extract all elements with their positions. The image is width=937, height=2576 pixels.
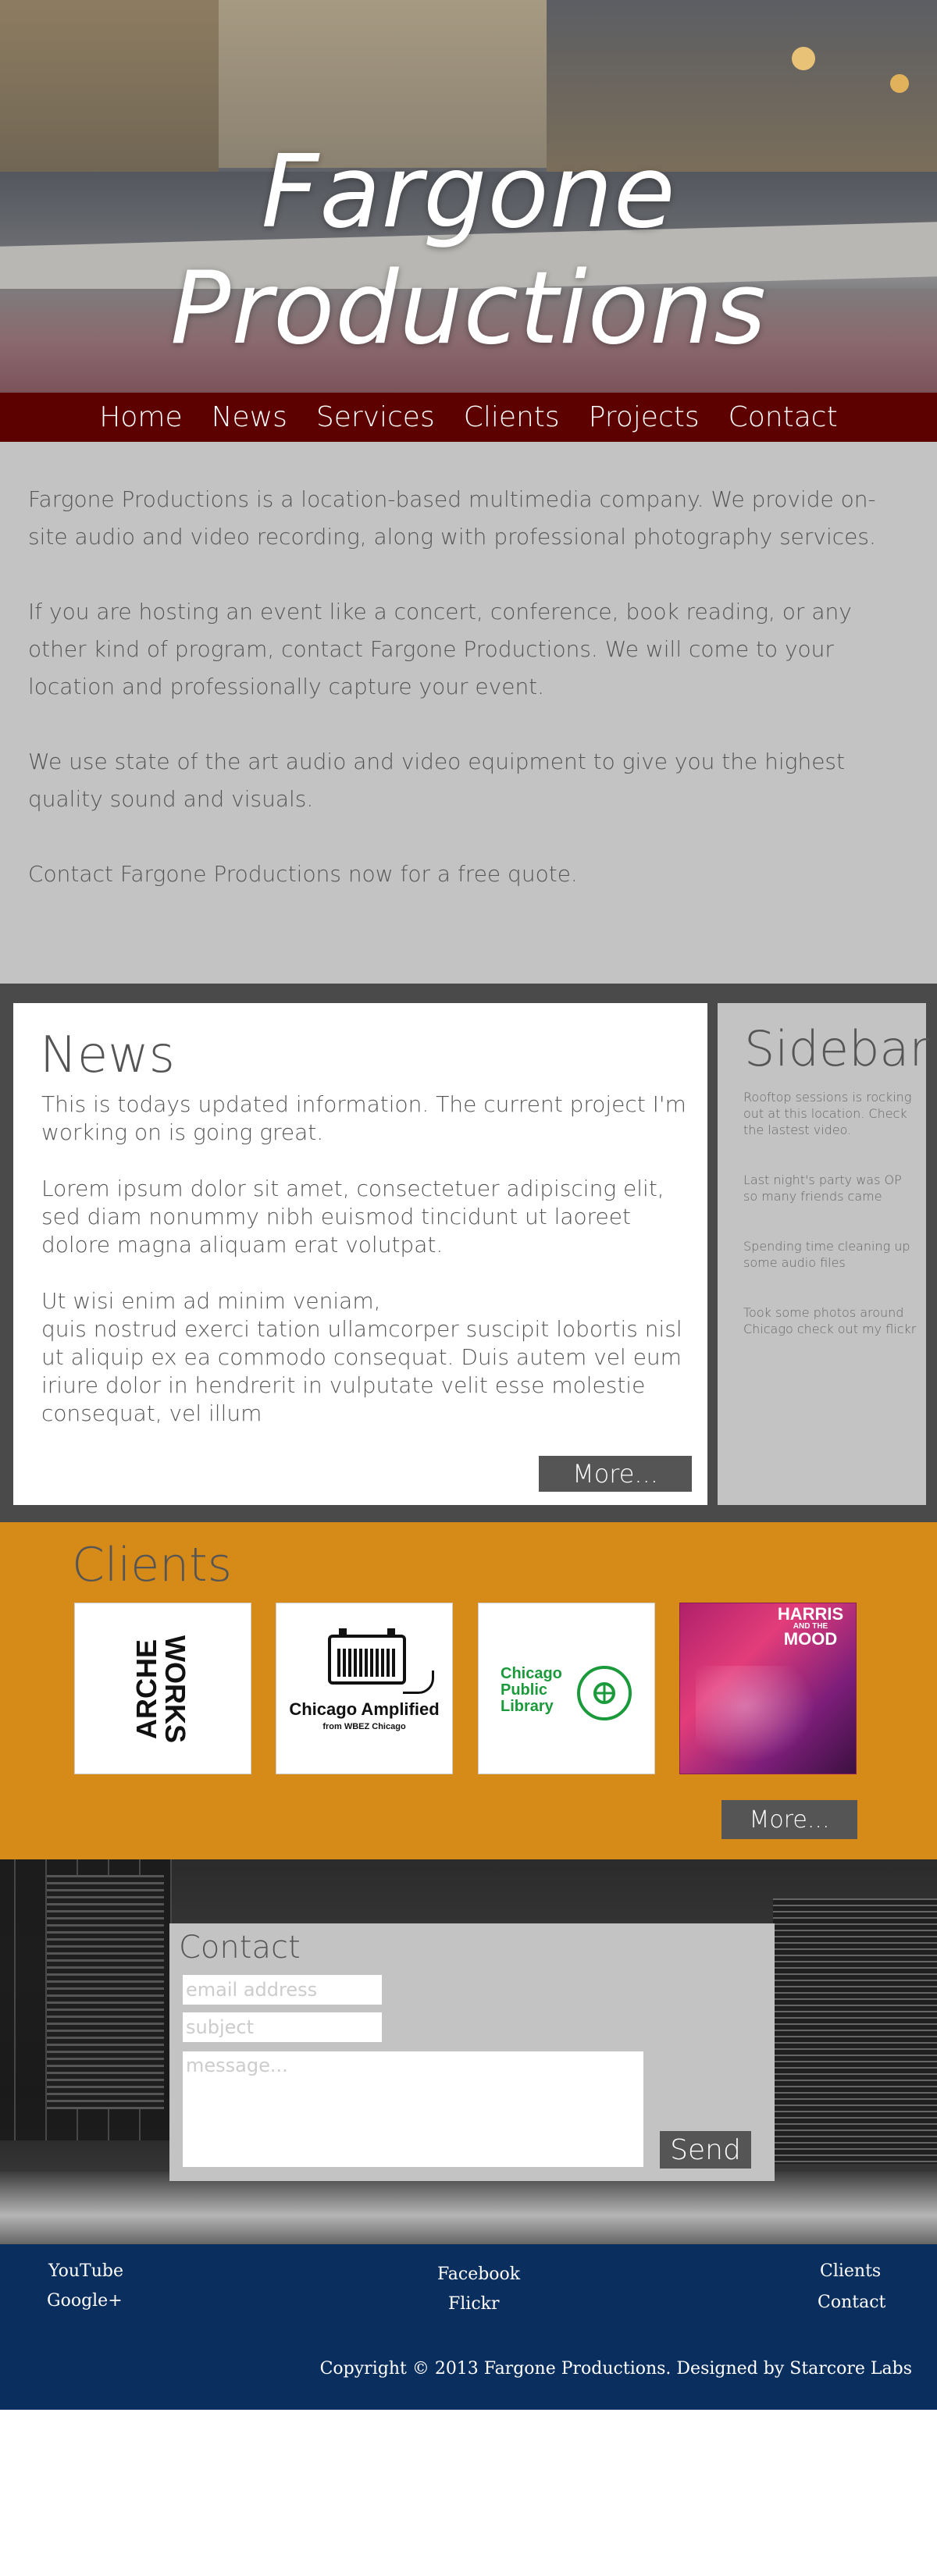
sidebar-item: Last night's party was OP so many friend… [743, 1172, 902, 1204]
client-logo-chicago-public-library[interactable]: Chicago Public Library [478, 1603, 655, 1774]
hero-banner: Fargone Productions [0, 0, 937, 393]
news-body: This is todays updated information. The … [41, 1091, 689, 1456]
harris-title: HARRIS AND THE MOOD [771, 1604, 850, 1649]
footer-contact-link[interactable]: Contact [818, 2293, 885, 2312]
copyright-text: Copyright © 2013 Fargone Productions. De… [319, 2359, 912, 2379]
contact-title: Contact [179, 1930, 301, 1966]
news-panel: News This is todays updated information.… [13, 1003, 707, 1505]
skyline-right [773, 1898, 937, 2164]
subject-field[interactable] [183, 2012, 382, 2042]
nav-home[interactable]: Home [99, 401, 182, 433]
site-title: Fargone Productions [170, 134, 767, 367]
archeworks-line2: WORKS [159, 1635, 191, 1743]
hero-street-light [792, 47, 815, 70]
harris-figures [696, 1666, 821, 1767]
send-button[interactable]: Send [660, 2131, 751, 2169]
clients-title: Clients [72, 1538, 232, 1592]
archeworks-line1: ARCHE [130, 1639, 162, 1740]
harris-line3: MOOD [783, 1629, 838, 1649]
sidebar-item: Spending time cleaning up some audio fil… [743, 1239, 910, 1270]
clients-section: Clients ARCHE WORKS Chicago Amplified fr… [0, 1522, 937, 1859]
news-band: News This is todays updated information.… [0, 984, 937, 1522]
footer-clients-link[interactable]: Clients [820, 2261, 881, 2281]
amplifier-cable [403, 1670, 434, 1694]
client-logo-chicago-amplified[interactable]: Chicago Amplified from WBEZ Chicago [276, 1603, 453, 1774]
nav-clients[interactable]: Clients [464, 401, 560, 433]
cpl-wordmark: Chicago Public Library [501, 1666, 562, 1715]
intro-paragraph: We use state of the art audio and video … [28, 749, 845, 812]
news-paragraph: Lorem ipsum dolor sit amet, consectetuer… [41, 1176, 664, 1258]
harris-line1: HARRIS [777, 1604, 844, 1624]
intro-paragraph: Fargone Productions is a location-based … [28, 486, 876, 550]
cpl-line3: Library [501, 1698, 554, 1715]
nav-contact[interactable]: Contact [729, 401, 838, 433]
sidebar-list: Rooftop sessions is rocking out at this … [743, 1089, 919, 1371]
main-nav: Home News Services Clients Projects Cont… [0, 393, 937, 442]
footer-youtube-link[interactable]: YouTube [48, 2261, 123, 2281]
contact-form: Contact Send [169, 1923, 775, 2181]
news-paragraph: This is todays updated information. The … [41, 1091, 686, 1145]
sidebar-title: Sidebar [744, 1020, 929, 1077]
contact-section: Contact Send [0, 1859, 937, 2244]
archeworks-logo-text: ARCHE WORKS [106, 1635, 216, 1744]
chicago-amplified-sub: from WBEZ Chicago [322, 1722, 406, 1731]
client-logo-archeworks[interactable]: ARCHE WORKS [74, 1603, 251, 1774]
footer-flickr-link[interactable]: Flickr [448, 2294, 500, 2314]
message-field[interactable] [183, 2051, 643, 2167]
site-footer: YouTube Google+ Facebook Flickr Clients … [0, 2244, 937, 2410]
nav-news[interactable]: News [212, 401, 287, 433]
sidebar-item: Took some photos around Chicago check ou… [743, 1305, 917, 1336]
footer-facebook-link[interactable]: Facebook [437, 2265, 520, 2284]
clients-more-button[interactable]: More... [721, 1800, 857, 1839]
intro-paragraph: If you are hosting an event like a conce… [28, 599, 852, 699]
hero-street-light-2 [890, 74, 909, 93]
nav-services[interactable]: Services [316, 401, 435, 433]
cpl-line2: Public [501, 1681, 548, 1699]
client-logo-harris-and-the-mood[interactable]: HARRIS AND THE MOOD [679, 1603, 857, 1774]
intro-paragraph: Contact Fargone Productions now for a fr… [28, 861, 578, 887]
news-title: News [40, 1026, 175, 1084]
cpl-line1: Chicago [501, 1665, 562, 1682]
email-field[interactable] [183, 1975, 382, 2005]
skyline-bottom [0, 2172, 937, 2244]
cpl-seal-icon [577, 1666, 632, 1720]
sidebar-panel: Sidebar Rooftop sessions is rocking out … [718, 1003, 929, 1505]
intro-section: Fargone Productions is a location-based … [0, 442, 937, 984]
nav-projects[interactable]: Projects [589, 401, 700, 433]
chicago-amplified-name: Chicago Amplified [289, 1699, 440, 1719]
amplifier-icon [328, 1628, 406, 1685]
footer-googleplus-link[interactable]: Google+ [47, 2291, 123, 2311]
news-paragraph: Ut wisi enim ad minim veniam, quis nostr… [41, 1288, 682, 1426]
skyline-tower [47, 1875, 164, 2109]
sidebar-item: Rooftop sessions is rocking out at this … [743, 1090, 912, 1137]
news-more-button[interactable]: More... [539, 1456, 692, 1492]
